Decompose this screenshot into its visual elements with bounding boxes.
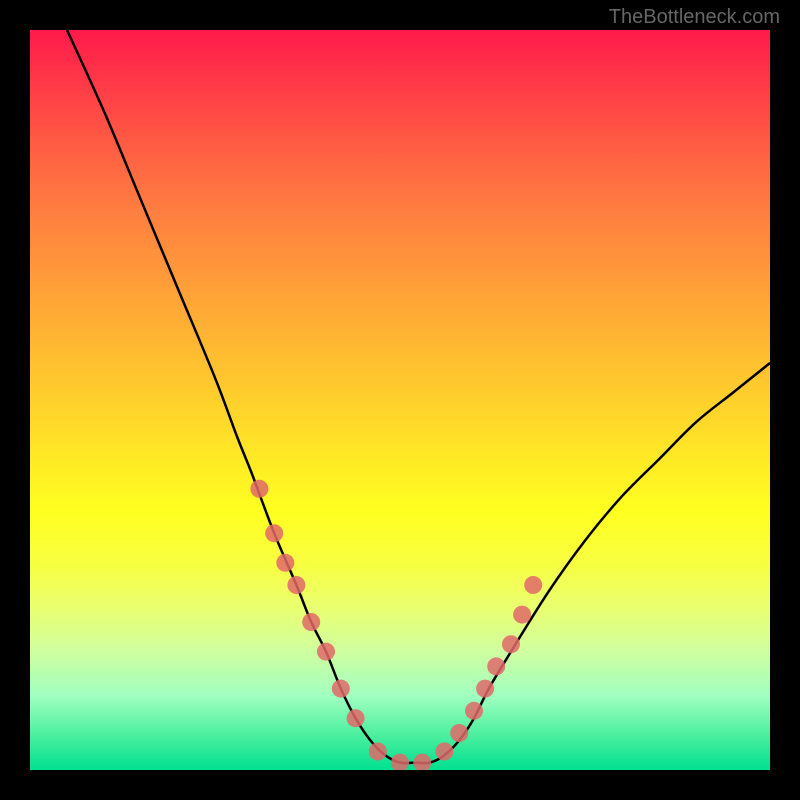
highlight-dot	[302, 613, 320, 631]
curve-layer	[67, 30, 770, 763]
marker-layer	[250, 480, 542, 770]
highlight-dot	[450, 724, 468, 742]
highlight-dot	[391, 754, 409, 770]
highlight-dot	[435, 743, 453, 761]
highlight-dot	[317, 643, 335, 661]
highlight-dot	[413, 754, 431, 770]
highlight-dot	[487, 657, 505, 675]
highlight-dot	[465, 702, 483, 720]
highlight-dot	[476, 680, 494, 698]
highlight-dot	[369, 743, 387, 761]
highlight-dot	[250, 480, 268, 498]
highlight-dot	[287, 576, 305, 594]
highlight-dot	[513, 606, 531, 624]
highlight-dot	[524, 576, 542, 594]
highlight-dot	[276, 554, 294, 572]
watermark-text: TheBottleneck.com	[609, 6, 780, 29]
bottleneck-curve-path	[67, 30, 770, 763]
highlight-dot	[502, 635, 520, 653]
bottleneck-chart	[30, 30, 770, 770]
highlight-dot	[332, 680, 350, 698]
highlight-dot	[347, 709, 365, 727]
highlight-dot	[265, 524, 283, 542]
